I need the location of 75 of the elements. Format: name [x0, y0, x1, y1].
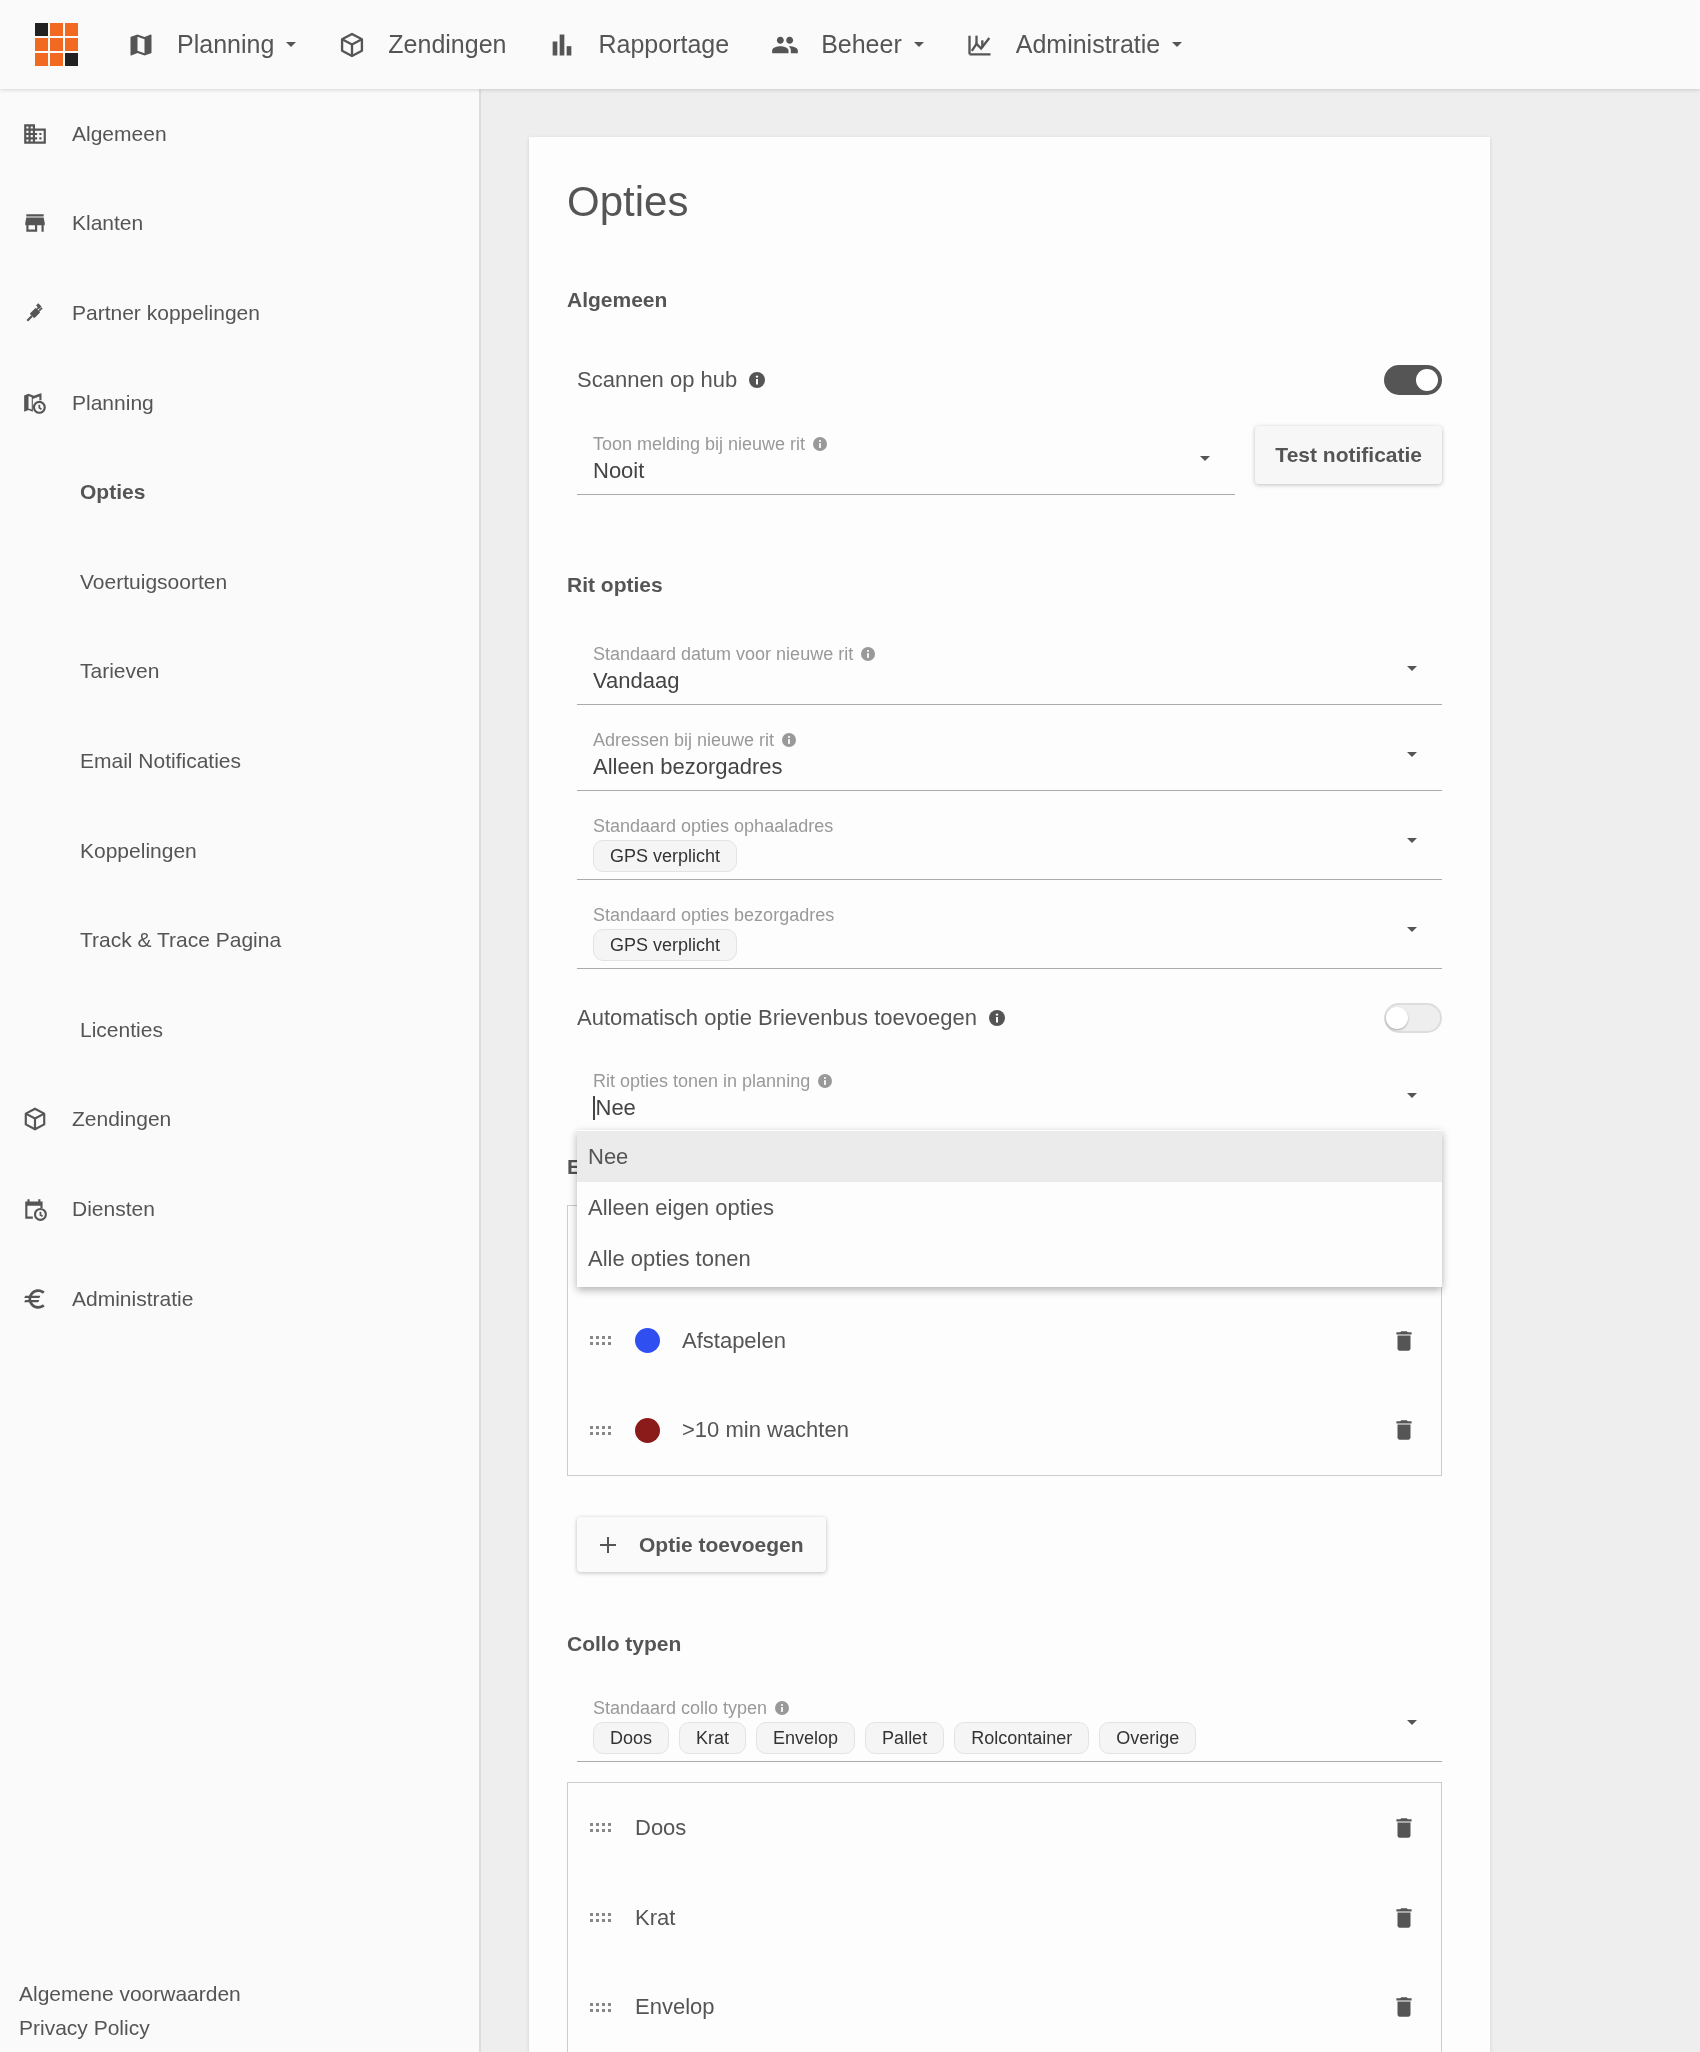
nav-menu-item[interactable]: Zendingen: [330, 14, 515, 75]
menu-option[interactable]: Nee: [577, 1131, 1442, 1182]
sidebar-subitem[interactable]: Track & Trace Pagina: [0, 895, 479, 985]
sidebar-subitem[interactable]: Voertuigsoorten: [0, 536, 479, 627]
caret-icon: [1407, 927, 1417, 932]
drag-handle-icon[interactable]: [590, 1913, 611, 1923]
toggle-switch[interactable]: [1384, 1003, 1442, 1033]
field-label: Standaard datum voor nieuwe rit: [593, 643, 854, 665]
logo-icon: [35, 22, 79, 67]
list-item-label: Doos: [635, 1815, 687, 1841]
plus-icon: [599, 1535, 617, 1554]
cube-icon: [22, 1106, 48, 1133]
caret-icon: [1407, 666, 1417, 671]
multi-select-field[interactable]: Standaard opties bezorgadres GPS verplicht: [577, 900, 1442, 969]
setting-label: Automatisch optie Brievenbus toevoegen: [577, 1005, 977, 1031]
setting-label: Scannen op hub: [577, 367, 738, 393]
sidebar-subitem[interactable]: Opties: [0, 447, 479, 537]
select-field[interactable]: Standaard datum voor nieuwe rit Vandaag: [577, 639, 1442, 705]
sidebar-subitem[interactable]: Koppelingen: [0, 805, 479, 896]
footer-link[interactable]: Algemene voorwaarden: [19, 1980, 241, 2008]
sidebar-subitem[interactable]: Licenties: [0, 984, 479, 1075]
drag-handle-icon[interactable]: [590, 1336, 611, 1346]
sidebar-subitem[interactable]: Email Notificaties: [0, 716, 479, 806]
chip: Doos: [593, 1722, 670, 1755]
sidebar-subitem[interactable]: Tarieven: [0, 626, 479, 717]
test-notification-button[interactable]: Test notificatie: [1255, 426, 1442, 484]
chip: Pallet: [865, 1722, 945, 1755]
drag-handle-icon[interactable]: [590, 2002, 611, 2012]
caret-icon: [1407, 838, 1417, 843]
chip: Krat: [679, 1722, 747, 1755]
drag-handle-icon[interactable]: [590, 1823, 611, 1833]
nav-menu-item[interactable]: Administratie: [957, 14, 1191, 75]
field-label: Rit opties tonen in planning: [593, 1070, 811, 1092]
sidebar-item[interactable]: Planning: [0, 357, 479, 448]
chip: GPS verplicht: [593, 929, 738, 961]
list-item-label: Afstapelen: [682, 1327, 786, 1354]
select-field[interactable]: Adressen bij nieuwe rit Alleen bezorgadres: [577, 725, 1442, 791]
toggle-switch[interactable]: [1384, 365, 1442, 395]
footer-link[interactable]: Privacy Policy: [19, 2014, 150, 2042]
menu-option[interactable]: Alle opties tonen: [577, 1233, 1442, 1284]
sidebar-item[interactable]: Partner koppelingen: [0, 268, 479, 358]
caret-icon: [1407, 1093, 1417, 1098]
nav-menu-item[interactable]: Beheer: [763, 14, 932, 75]
page-title: Opties: [567, 177, 690, 227]
list-item-label: Envelop: [635, 1994, 715, 2021]
drag-handle-icon[interactable]: [590, 1425, 611, 1435]
field-label: Standaard collo typen: [593, 1697, 768, 1720]
caret-icon: [1200, 456, 1211, 461]
section-heading: Collo typen: [567, 1631, 682, 1658]
chip: GPS verplicht: [593, 840, 738, 872]
field-label: Standaard opties bezorgadres: [593, 904, 835, 926]
select-field[interactable]: Toon melding bij nieuwe rit Nooit: [577, 429, 1236, 495]
multi-select-field[interactable]: Standaard opties ophaaladres GPS verplicht: [577, 811, 1442, 880]
sidebar-item[interactable]: Administratie: [0, 1253, 479, 1344]
field-label: Standaard opties ophaaladres: [593, 815, 834, 837]
add-option-button[interactable]: Optie toevoegen: [577, 1517, 826, 1573]
sidebar-item[interactable]: Zendingen: [0, 1074, 479, 1165]
list-item-label: >10 min wachten: [682, 1417, 849, 1444]
field-label: Adressen bij nieuwe rit: [593, 729, 775, 751]
nav-menu-item[interactable]: Planning: [119, 14, 305, 75]
sidebar-item[interactable]: Diensten: [0, 1164, 479, 1254]
list-item-label: Krat: [635, 1904, 676, 1931]
chip: Envelop: [756, 1722, 856, 1755]
section-heading: Algemeen: [567, 287, 668, 313]
section-heading: Rit opties: [567, 572, 663, 598]
chip: Rolcontainer: [954, 1722, 1090, 1755]
menu-option[interactable]: Alleen eigen opties: [577, 1182, 1442, 1233]
caret-icon: [1407, 752, 1417, 757]
multi-select-field[interactable]: Standaard collo typen Doos Krat Envelop Pallet Rolcontainer Overige: [577, 1693, 1442, 1763]
caret-icon: [1407, 1720, 1417, 1726]
sidebar-item[interactable]: Klanten: [0, 178, 479, 269]
chip: Overige: [1099, 1722, 1197, 1755]
field-label: Toon melding bij nieuwe rit: [593, 433, 806, 455]
sidebar-item[interactable]: Algemeen: [0, 89, 479, 179]
nav-menu-item[interactable]: Rapportage: [540, 14, 738, 75]
